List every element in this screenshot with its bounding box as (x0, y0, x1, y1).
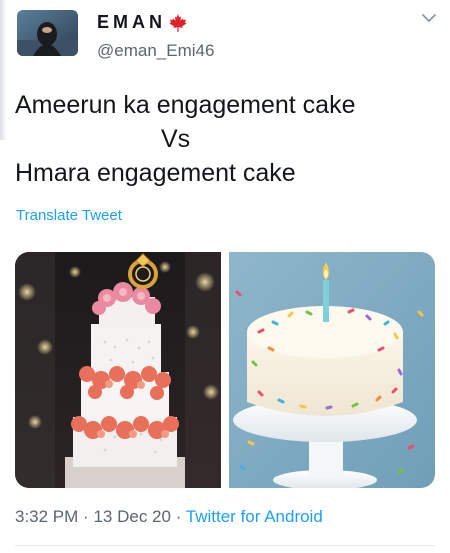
meta-separator: · (83, 507, 89, 526)
left-edge-shadow (0, 0, 7, 140)
tweet-meta: 3:32 PM · 13 Dec 20 · Twitter for Androi… (15, 507, 323, 527)
user-handle[interactable]: @eman_Emi46 (97, 41, 214, 61)
maple-leaf-icon (169, 13, 187, 32)
tweet-source-link[interactable]: Twitter for Android (186, 507, 323, 526)
tweet-time: 3:32 PM (15, 507, 79, 526)
tiered-cake-photo[interactable] (15, 252, 221, 488)
avatar-image (17, 10, 78, 56)
divider (15, 545, 435, 546)
meta-separator: · (175, 507, 182, 526)
display-name[interactable]: EMAN (97, 12, 166, 33)
media-grid (15, 252, 435, 488)
tweet-line: Ameerun ka engagement cake (15, 91, 356, 119)
tweet-line: Hmara engagement cake (15, 159, 296, 187)
tweet-line: Vs (161, 125, 191, 153)
chevron-down-icon[interactable] (421, 12, 437, 24)
avatar[interactable] (17, 10, 78, 56)
translate-tweet-link[interactable]: Translate Tweet (16, 207, 122, 224)
tweet-text: Ameerun ka engagement cake Vs Hmara enga… (15, 88, 435, 190)
tweet-date: 13 Dec 20 (93, 507, 171, 526)
birthday-cake-photo[interactable] (229, 252, 435, 488)
